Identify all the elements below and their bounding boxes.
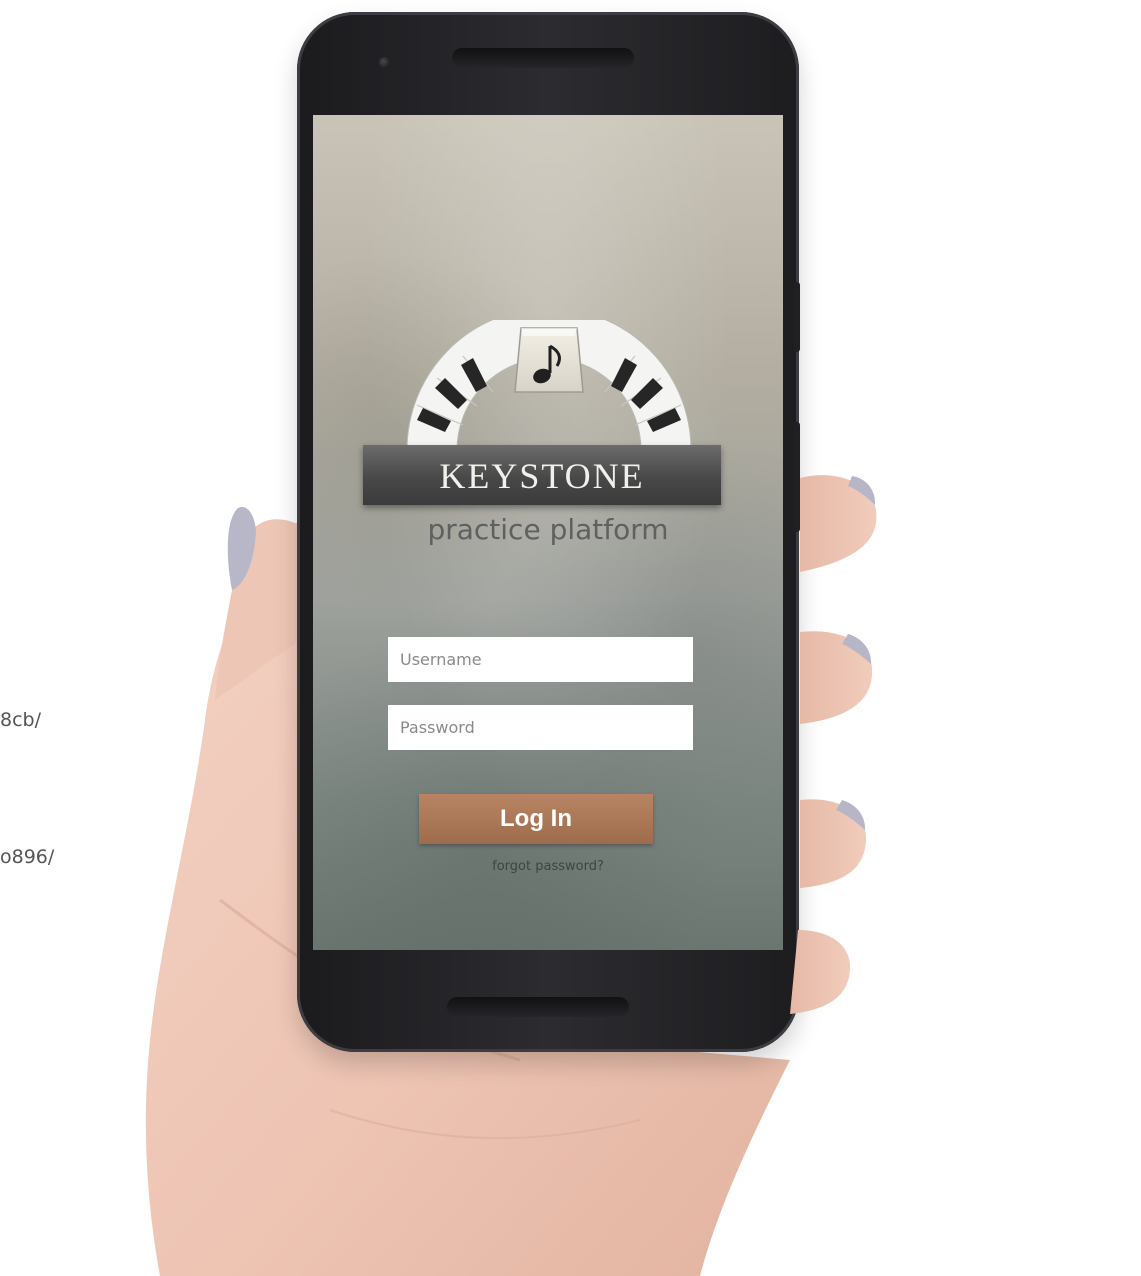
login-screen: KEYSTONE practice platform Log In forgot…	[313, 115, 783, 950]
password-input[interactable]	[388, 705, 693, 750]
brand-title: KEYSTONE	[363, 445, 721, 505]
username-input[interactable]	[388, 637, 693, 682]
volume-button	[794, 282, 800, 352]
front-camera	[379, 57, 390, 68]
phone-device: KEYSTONE practice platform Log In forgot…	[297, 12, 800, 1052]
bottom-speaker	[447, 997, 629, 1017]
login-button[interactable]: Log In	[419, 794, 653, 844]
earpiece-speaker	[452, 48, 634, 68]
forgot-password-link[interactable]: forgot password?	[313, 859, 783, 874]
brand-tagline: practice platform	[427, 513, 669, 546]
power-button	[794, 422, 800, 532]
